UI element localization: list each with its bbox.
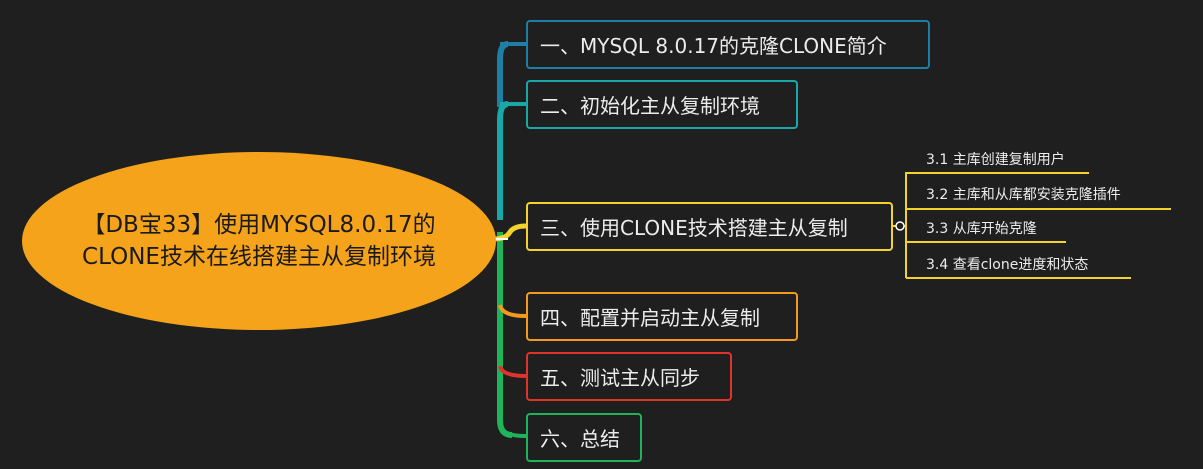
branch-3-clone-setup[interactable]: 三、使用CLONE技术搭建主从复制 [526, 202, 893, 251]
branch-5-test-sync[interactable]: 五、测试主从同步 [526, 352, 732, 401]
branch-5-label: 五、测试主从同步 [540, 366, 700, 390]
branch-1-label: 一、MYSQL 8.0.17的克隆CLONE简介 [540, 34, 887, 58]
branch-2-init-env[interactable]: 二、初始化主从复制环境 [526, 80, 798, 129]
branch-4-start-replication[interactable]: 四、配置并启动主从复制 [526, 292, 798, 341]
subtopic-3-2[interactable]: 3.2 主库和从库都安装克隆插件 [906, 184, 1121, 204]
branch-3-label: 三、使用CLONE技术搭建主从复制 [540, 216, 848, 240]
branch-1-introduction[interactable]: 一、MYSQL 8.0.17的克隆CLONE简介 [526, 20, 930, 69]
subtopic-3-1[interactable]: 3.1 主库创建复制用户 [906, 149, 1065, 169]
branch-4-label: 四、配置并启动主从复制 [540, 306, 760, 330]
subtopic-3-3[interactable]: 3.3 从库开始克隆 [906, 218, 1037, 238]
root-topic[interactable]: 【DB宝33】使用MYSQL8.0.17的CLONE技术在线搭建主从复制环境 [22, 152, 496, 330]
subtopic-3-4[interactable]: 3.4 查看clone进度和状态 [906, 254, 1088, 274]
branch-2-label: 二、初始化主从复制环境 [540, 94, 760, 118]
root-topic-label: 【DB宝33】使用MYSQL8.0.17的CLONE技术在线搭建主从复制环境 [82, 212, 436, 270]
branch-6-summary[interactable]: 六、总结 [526, 413, 642, 462]
branch-6-label: 六、总结 [540, 427, 620, 451]
